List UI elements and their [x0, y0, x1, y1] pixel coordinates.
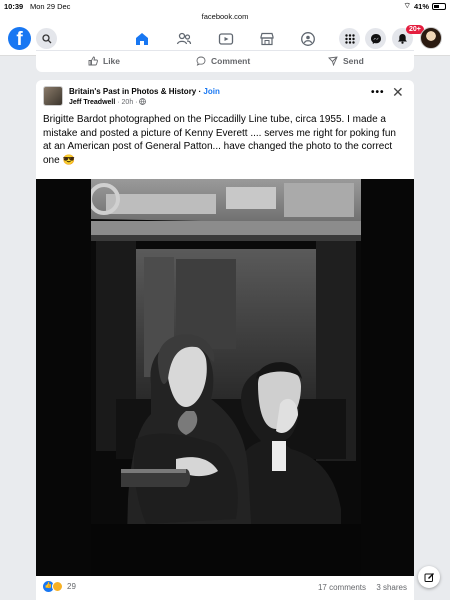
comment-button[interactable]: Comment [196, 56, 250, 66]
comments-count[interactable]: 17 comments [318, 583, 366, 592]
groups-icon [301, 32, 315, 46]
send-button[interactable]: Send [328, 56, 364, 66]
like-button[interactable]: Like [88, 56, 120, 66]
nav-groups[interactable] [299, 30, 317, 48]
post-stats: 👍 29 17 comments 3 shares [36, 580, 414, 596]
previous-post-actions: Like Comment Send [36, 50, 414, 72]
status-right: ⌔ 41% [403, 1, 446, 11]
author-name[interactable]: Jeff Treadwell [69, 99, 115, 106]
facebook-logo[interactable]: f [8, 27, 31, 50]
notifications-icon [398, 34, 407, 44]
search-button[interactable] [36, 28, 57, 49]
like-icon [88, 56, 98, 66]
status-date: Mon 29 Dec [30, 2, 71, 11]
page-name[interactable]: Britain's Past in Photos & History [69, 87, 196, 96]
post-byline: Jeff Treadwell · 20h · [69, 98, 147, 106]
join-button[interactable]: Join [203, 87, 219, 96]
status-time: 10:39 [4, 2, 24, 11]
video-icon [218, 33, 234, 45]
battery-percent: 41% [413, 1, 429, 11]
comment-label: Comment [211, 56, 251, 66]
audience-globe-icon [139, 98, 147, 105]
nav-home[interactable] [133, 30, 151, 48]
post-card: Britain's Past in Photos & History · Joi… [36, 80, 414, 600]
send-label: Send [343, 56, 364, 66]
nav-marketplace[interactable] [258, 30, 276, 48]
post-photo[interactable] [36, 179, 414, 576]
close-icon: ✕ [392, 84, 404, 100]
nav-friends[interactable] [175, 30, 193, 48]
menu-icon [344, 33, 355, 44]
home-icon [136, 33, 148, 45]
compose-icon [424, 572, 434, 582]
comment-icon [196, 56, 206, 66]
page-avatar[interactable] [43, 86, 63, 106]
send-icon [328, 56, 338, 66]
url-text: facebook.com [201, 12, 249, 21]
menu-button[interactable] [339, 28, 360, 49]
messenger-button[interactable] [365, 28, 386, 49]
url-bar[interactable]: facebook.com [0, 12, 450, 22]
like-label: Like [103, 56, 121, 66]
shares-count[interactable]: 3 shares [376, 583, 407, 592]
friends-icon [176, 32, 192, 45]
messenger-icon [370, 33, 381, 44]
reactions-summary[interactable]: 👍 29 [43, 581, 76, 592]
status-bar: 10:39 Mon 29 Dec ⌔ 41% [0, 0, 450, 12]
nav-video[interactable] [217, 30, 235, 48]
wifi-icon: ⌔ [403, 1, 411, 10]
haha-reaction-icon [52, 581, 63, 592]
marketplace-icon [260, 32, 274, 46]
hide-post-button[interactable]: ✕ [392, 84, 404, 101]
compose-button[interactable] [418, 566, 440, 588]
profile-avatar[interactable] [420, 27, 442, 49]
post-time[interactable]: 20h [122, 99, 134, 106]
battery-icon [432, 2, 446, 10]
post-header: Britain's Past in Photos & History · Joi… [69, 87, 220, 96]
more-icon: ••• [371, 87, 385, 98]
search-icon [41, 33, 51, 43]
more-options-button[interactable]: ••• [371, 87, 385, 98]
post-text: Brigitte Bardot photographed on the Picc… [43, 114, 396, 166]
reaction-count: 29 [67, 582, 76, 591]
photo-image [36, 179, 414, 576]
